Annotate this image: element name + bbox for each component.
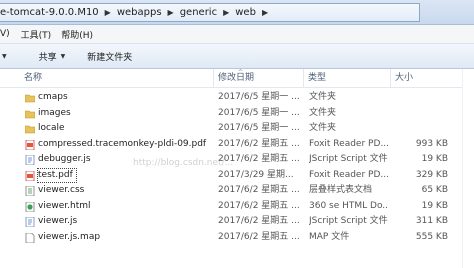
folder-icon — [25, 94, 35, 103]
script-icon — [25, 155, 35, 165]
chevron-right-icon[interactable]: ▶ — [102, 8, 114, 17]
file-name: locale — [38, 123, 65, 133]
file-type: 文件夹 — [309, 107, 337, 118]
file-icon — [25, 232, 35, 243]
file-date: 2017/6/2 星期五 ... — [218, 216, 300, 226]
share-label: 共享 — [38, 52, 57, 63]
column-header-name[interactable]: 名称 — [20, 69, 214, 88]
file-size: 19 KB — [421, 154, 448, 164]
file-row[interactable]: test.pdf 2017/3/29 星期... Foxit Reader PD… — [0, 167, 474, 183]
file-size: 555 KB — [415, 231, 448, 242]
command-toolbar: ▼ 共享 ▼ 新建文件夹 — [0, 44, 474, 69]
menu-help[interactable]: 帮助(H) — [58, 28, 100, 41]
file-size: 19 KB — [421, 200, 448, 211]
file-row[interactable]: images 2017/6/5 星期一 ... 文件夹 — [0, 106, 474, 122]
watermark: http://blog.csdn.net/... — [133, 158, 234, 168]
folder-icon — [25, 125, 35, 134]
file-row[interactable]: viewer.js 2017/6/2 星期五 ... JScript Scrip… — [0, 214, 474, 230]
file-size: 65 KB — [421, 185, 448, 195]
file-date: 2017/6/2 星期五 ... — [218, 231, 300, 242]
file-date: 2017/6/2 星期五 ... — [218, 200, 300, 211]
file-type: 文件夹 — [309, 123, 337, 133]
menu-bar: V) 工具(T) 帮助(H) — [0, 25, 474, 44]
file-date: 2017/6/5 星期一 ... — [218, 92, 300, 102]
column-header-date[interactable]: 修改日期 — [214, 69, 304, 88]
file-row[interactable]: debugger.js 2017/6/2 星期五 ... JScript Scr… — [0, 152, 474, 168]
file-size: 329 KB — [415, 169, 448, 180]
menu-tools[interactable]: 工具(T) — [18, 28, 59, 41]
crumb-webapps[interactable]: webapps — [114, 7, 165, 18]
file-type: JScript Script 文件 — [309, 216, 388, 226]
partial-toolbar-arrow[interactable]: ▼ — [0, 46, 13, 66]
breadcrumb[interactable]: e-tomcat-9.0.0.M10 ▶ webapps ▶ generic ▶… — [0, 3, 420, 22]
file-name: viewer.html — [38, 200, 91, 211]
file-name: viewer.js.map — [38, 231, 101, 242]
file-row[interactable]: viewer.html 2017/6/2 星期五 ... 360 se HTML… — [0, 199, 474, 215]
file-name: viewer.css — [38, 185, 85, 195]
crumb-tomcat[interactable]: e-tomcat-9.0.0.M10 — [0, 7, 102, 18]
file-name: compressed.tracemonkey-pldi-09.pdf — [38, 138, 207, 149]
scrollbar-track[interactable] — [462, 69, 474, 268]
chevron-right-icon[interactable]: ▶ — [259, 8, 271, 17]
file-name: viewer.js — [38, 216, 78, 226]
pdf-icon — [25, 139, 35, 150]
file-row[interactable]: locale 2017/6/5 星期一 ... 文件夹 — [0, 121, 474, 137]
file-row[interactable]: compressed.tracemonkey-pldi-09.pdf 2017/… — [0, 137, 474, 153]
address-bar: e-tomcat-9.0.0.M10 ▶ webapps ▶ generic ▶… — [0, 0, 474, 25]
file-name: cmaps — [38, 92, 68, 102]
column-header-type[interactable]: 类型 — [304, 69, 391, 88]
file-date: 2017/6/2 星期五 ... — [218, 138, 300, 149]
dropdown-arrow-icon: ▼ — [60, 52, 66, 60]
file-row[interactable]: viewer.css 2017/6/2 星期五 ... 层叠样式表文档 65 K… — [0, 183, 474, 199]
folder-icon — [25, 110, 35, 118]
file-type: 层叠样式表文档 — [309, 185, 373, 195]
file-date: 2017/3/29 星期... — [218, 169, 294, 180]
file-name: images — [38, 107, 71, 118]
file-date: 2017/6/5 星期一 ... — [218, 123, 300, 133]
file-type: JScript Script 文件 — [309, 154, 388, 164]
file-date: 2017/6/2 星期五 ... — [218, 185, 300, 195]
file-row[interactable]: viewer.js.map 2017/6/2 星期五 ... MAP 文件 55… — [0, 230, 474, 246]
file-list: cmaps 2017/6/5 星期一 ... 文件夹 images 2017/6… — [0, 90, 474, 245]
pdf-icon — [25, 170, 35, 181]
file-date: 2017/6/5 星期一 ... — [218, 107, 300, 118]
column-header-size[interactable]: 大小 — [391, 69, 461, 88]
html-icon — [25, 201, 35, 212]
script-icon — [25, 217, 35, 227]
css-icon — [25, 186, 35, 196]
file-type: 文件夹 — [309, 92, 337, 102]
chevron-right-icon[interactable]: ▶ — [165, 8, 177, 17]
menu-view[interactable]: V) — [0, 29, 18, 39]
file-name: test.pdf — [37, 167, 77, 183]
file-size: 311 KB — [415, 216, 448, 226]
file-type: 360 se HTML Do... — [309, 200, 389, 211]
dropdown-arrow-icon: ▼ — [2, 52, 7, 60]
file-row[interactable]: cmaps 2017/6/5 星期一 ... 文件夹 — [0, 90, 474, 106]
new-folder-button[interactable]: 新建文件夹 — [81, 46, 138, 66]
file-size: 993 KB — [415, 138, 448, 149]
file-type: Foxit Reader PD... — [309, 169, 389, 180]
crumb-web[interactable]: web — [232, 7, 259, 18]
share-button[interactable]: 共享 ▼ — [33, 46, 72, 66]
chevron-right-icon[interactable]: ▶ — [220, 8, 232, 17]
file-type: Foxit Reader PD... — [309, 138, 389, 149]
column-header-row: ^ 名称 修改日期 类型 大小 — [0, 69, 474, 88]
file-type: MAP 文件 — [309, 231, 350, 242]
crumb-generic[interactable]: generic — [177, 7, 220, 18]
